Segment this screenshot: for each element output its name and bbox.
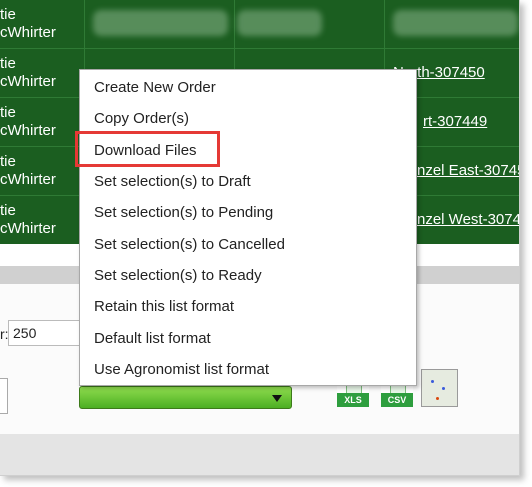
customer-name-line2: cWhirter [0, 171, 56, 188]
customer-name-line1: tie [0, 153, 16, 170]
customer-cell: tie cWhirter [0, 49, 85, 98]
customer-cell: tie cWhirter [0, 0, 85, 49]
menu-item-set-pending[interactable]: Set selection(s) to Pending [94, 204, 273, 221]
field-link[interactable]: nzel East-30745 [417, 162, 519, 179]
field-link[interactable]: nzel West-30745 [417, 211, 519, 228]
customer-cell: tie cWhirter [0, 98, 85, 147]
csv-label: CSV [381, 393, 413, 407]
footer-band [0, 434, 519, 475]
customer-name-line1: tie [0, 202, 16, 219]
menu-item-copy-orders[interactable]: Copy Order(s) [94, 110, 189, 127]
app-window: tie cWhirter tie cWhirter North-307450 tie… [0, 0, 520, 476]
customer-name-line1: tie [0, 55, 16, 72]
customer-name-line1: tie [0, 6, 16, 23]
action-dropdown[interactable] [79, 386, 292, 409]
customer-name-line2: cWhirter [0, 73, 56, 90]
page-size-input[interactable] [8, 320, 80, 346]
xls-label: XLS [337, 393, 369, 407]
menu-item-set-ready[interactable]: Set selection(s) to Ready [94, 267, 262, 284]
menu-item-default-list-format[interactable]: Default list format [94, 330, 211, 347]
menu-item-set-draft[interactable]: Set selection(s) to Draft [94, 173, 251, 190]
chevron-down-icon [272, 395, 282, 402]
customer-name-line2: cWhirter [0, 122, 56, 139]
redacted-cell [85, 0, 235, 49]
field-link[interactable]: rt-307449 [423, 113, 487, 130]
customer-name-line2: cWhirter [0, 24, 56, 41]
search-input[interactable] [0, 378, 8, 414]
field-cell[interactable] [385, 0, 519, 49]
map-icon[interactable] [421, 369, 458, 407]
menu-item-agronomist-list-format[interactable]: Use Agronomist list format [94, 361, 269, 378]
menu-item-retain-list-format[interactable]: Retain this list format [94, 298, 234, 315]
context-menu: Create New Order Copy Order(s) Download … [79, 69, 417, 386]
customer-name-line2: cWhirter [0, 220, 56, 237]
redacted-cell [235, 0, 385, 49]
menu-item-set-cancelled[interactable]: Set selection(s) to Cancelled [94, 236, 285, 253]
customer-name-line1: tie [0, 104, 16, 121]
menu-item-create-new-order[interactable]: Create New Order [94, 79, 216, 96]
customer-cell: tie cWhirter [0, 147, 85, 196]
highlight-box [75, 131, 220, 167]
table-row[interactable]: tie cWhirter [0, 0, 519, 49]
customer-cell: tie cWhirter [0, 196, 85, 245]
